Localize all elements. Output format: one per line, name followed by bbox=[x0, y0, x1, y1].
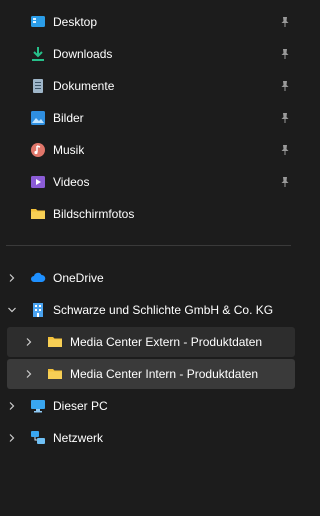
chevron-right-icon[interactable] bbox=[7, 273, 17, 283]
folder-icon bbox=[47, 366, 63, 382]
nav-item-dokumente[interactable]: Dokumente bbox=[0, 71, 297, 101]
pin-icon[interactable] bbox=[278, 15, 292, 29]
building-icon bbox=[30, 302, 46, 318]
pictures-icon bbox=[30, 110, 46, 126]
nav-item-downloads[interactable]: Downloads bbox=[0, 39, 297, 69]
nav-item-label: Downloads bbox=[53, 47, 113, 61]
pin-icon[interactable] bbox=[278, 79, 292, 93]
chevron-right-icon[interactable] bbox=[7, 401, 17, 411]
pin-icon[interactable] bbox=[278, 143, 292, 157]
documents-icon bbox=[30, 78, 46, 94]
monitor-icon bbox=[30, 398, 46, 414]
tree-item-media-center-extern[interactable]: Media Center Extern - Produktdaten bbox=[7, 327, 295, 357]
nav-item-bilder[interactable]: Bilder bbox=[0, 103, 297, 133]
nav-item-bildschirmfotos[interactable]: Bildschirmfotos bbox=[0, 199, 297, 229]
nav-item-desktop[interactable]: Desktop bbox=[0, 7, 297, 37]
tree-item-onedrive[interactable]: OneDrive bbox=[0, 263, 297, 293]
pin-icon[interactable] bbox=[278, 47, 292, 61]
chevron-down-icon[interactable] bbox=[7, 305, 17, 315]
tree-item-dieser-pc[interactable]: Dieser PC bbox=[0, 391, 297, 421]
tree-item-label: Netzwerk bbox=[53, 431, 104, 445]
tree-item-label: Media Center Extern - Produktdaten bbox=[70, 335, 263, 349]
nav-item-label: Bilder bbox=[53, 111, 84, 125]
chevron-right-icon[interactable] bbox=[7, 433, 17, 443]
nav-item-label: Dokumente bbox=[53, 79, 115, 93]
tree-item-label: Schwarze und Schlichte GmbH & Co. KG bbox=[53, 303, 274, 317]
tree-item-company[interactable]: Schwarze und Schlichte GmbH & Co. KG bbox=[0, 295, 297, 325]
desktop-icon bbox=[30, 14, 46, 30]
tree-item-label: Dieser PC bbox=[53, 399, 108, 413]
tree-item-label: Media Center Intern - Produktdaten bbox=[70, 367, 259, 381]
nav-item-label: Musik bbox=[53, 143, 85, 157]
tree-item-label: OneDrive bbox=[53, 271, 104, 285]
folder-icon bbox=[30, 206, 46, 222]
downloads-icon bbox=[30, 46, 46, 62]
videos-icon bbox=[30, 174, 46, 190]
chevron-right-icon[interactable] bbox=[24, 337, 34, 347]
nav-item-label: Videos bbox=[53, 175, 90, 189]
tree-item-media-center-intern[interactable]: Media Center Intern - Produktdaten bbox=[7, 359, 295, 389]
pin-icon[interactable] bbox=[278, 111, 292, 125]
music-icon bbox=[30, 142, 46, 158]
nav-item-label: Desktop bbox=[53, 15, 98, 29]
tree-item-netzwerk[interactable]: Netzwerk bbox=[0, 423, 297, 453]
section-divider bbox=[6, 245, 291, 246]
nav-item-label: Bildschirmfotos bbox=[53, 207, 135, 221]
chevron-right-icon[interactable] bbox=[24, 369, 34, 379]
cloud-icon bbox=[30, 270, 46, 286]
navigation-pane: Desktop Downloads Dokumente Bilder Musik bbox=[0, 0, 297, 516]
nav-item-musik[interactable]: Musik bbox=[0, 135, 297, 165]
pin-icon[interactable] bbox=[278, 175, 292, 189]
folder-icon bbox=[47, 334, 63, 350]
nav-item-videos[interactable]: Videos bbox=[0, 167, 297, 197]
network-icon bbox=[30, 430, 46, 446]
